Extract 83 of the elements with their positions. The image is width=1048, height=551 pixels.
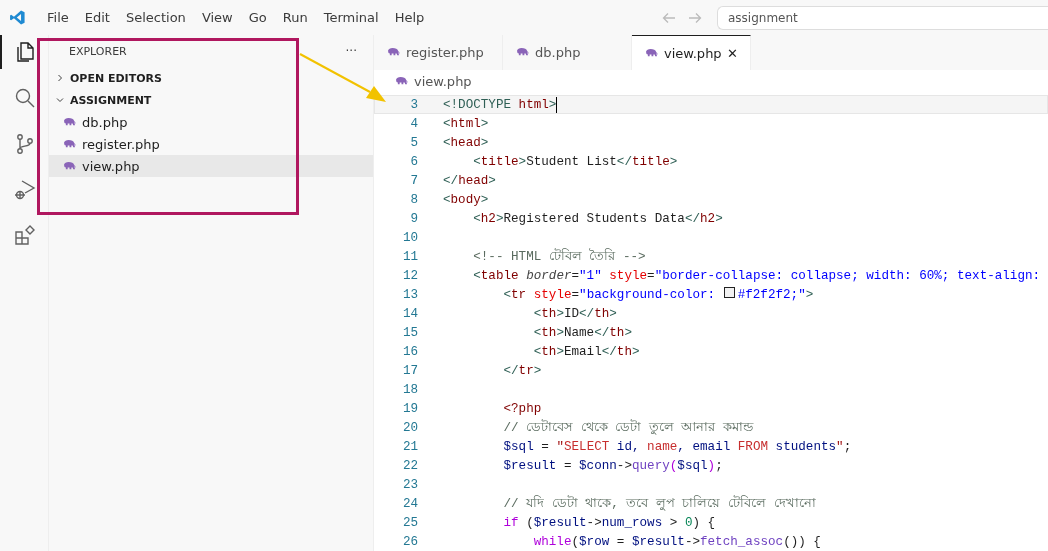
code-line: </tr> — [502, 363, 542, 378]
code-line: <body> — [443, 192, 489, 207]
line-number: 12 — [401, 268, 418, 283]
code-line: <th>ID</th> — [532, 306, 617, 321]
php-elephant-icon — [394, 75, 409, 87]
menu-item[interactable]: Selection — [117, 10, 194, 25]
code-line: // ডেটাবেস থেকে ডেটা তুলে আনার কমান্ড — [502, 418, 753, 437]
code-line: <h2>Registered Students Data</h2> — [472, 211, 723, 226]
line-number: 11 — [401, 249, 418, 264]
menu-item[interactable]: Terminal — [315, 10, 387, 25]
line-number: 21 — [401, 439, 418, 454]
code-line: </head> — [443, 173, 496, 188]
line-number: 16 — [401, 344, 418, 359]
code-line: <title>Student List</title> — [472, 154, 678, 169]
menu-item[interactable]: Go — [240, 10, 275, 25]
php-elephant-icon — [62, 138, 77, 150]
code-line: $sql = "SELECT id, name, email FROM students"; — [502, 439, 852, 454]
line-number: 8 — [409, 192, 418, 207]
line-number: 19 — [401, 401, 418, 416]
panel-title: EXPLORER — [69, 44, 127, 58]
text-cursor — [556, 96, 558, 113]
tree-section-header[interactable]: ASSIGNMENT — [49, 89, 156, 111]
editor-logo-icon — [9, 9, 26, 26]
line-number: 24 — [401, 496, 418, 511]
file-name: register.php — [82, 136, 160, 152]
code-line: <th>Name</th> — [532, 325, 632, 340]
php-elephant-icon — [62, 116, 77, 128]
line-number: 6 — [409, 154, 418, 169]
line-number: 26 — [401, 534, 418, 549]
menu-item[interactable]: Help — [386, 10, 433, 25]
menu-item[interactable]: Edit — [76, 10, 118, 25]
php-elephant-icon — [386, 47, 401, 58]
code-line: <!-- HTML টেবিল তৈরি --> — [472, 247, 646, 266]
editor-tab[interactable]: register.php — [374, 35, 503, 70]
close-icon[interactable]: ✕ — [727, 45, 738, 61]
menu-item[interactable]: File — [39, 10, 77, 25]
line-number: 10 — [401, 230, 418, 245]
menu-item[interactable]: View — [193, 10, 241, 25]
file-name: view.php — [82, 158, 140, 174]
breadcrumb[interactable]: view.php — [414, 73, 472, 89]
line-number: 14 — [401, 306, 418, 321]
code-line: <head> — [443, 135, 489, 150]
php-elephant-icon — [644, 47, 659, 59]
tree-item[interactable]: db.php — [49, 111, 373, 133]
line-number: 23 — [401, 477, 418, 492]
line-number: 17 — [401, 363, 418, 378]
code-line: // যদি ডেটা থাকে, তবে লুপ চালিয়ে টেবিলে দেখানো — [502, 494, 816, 513]
line-number: 20 — [401, 420, 418, 435]
section-label: ASSIGNMENT — [70, 93, 152, 107]
php-elephant-icon — [62, 160, 77, 172]
tree-section-header[interactable]: OPEN EDITORS — [49, 67, 166, 89]
code-line: while($row = $result->fetch_assoc()) { — [532, 534, 821, 549]
line-number: 18 — [401, 382, 418, 397]
color-swatch[interactable] — [723, 287, 735, 298]
code-line: $result = $conn->query($sql); — [502, 458, 723, 473]
line-number: 5 — [409, 135, 418, 150]
section-label: OPEN EDITORS — [70, 71, 162, 85]
php-elephant-icon — [515, 47, 530, 58]
file-name: db.php — [82, 114, 128, 130]
code-line: <th>Email</th> — [532, 344, 640, 359]
tab-label: view.php — [664, 45, 722, 61]
line-number: 25 — [401, 515, 418, 530]
line-number: 22 — [401, 458, 418, 473]
tab-label: register.php — [406, 45, 484, 60]
menu-item[interactable]: Run — [274, 10, 316, 25]
code-line: if ($result->num_rows > 0) { — [502, 515, 716, 530]
tab-label: db.php — [535, 45, 581, 60]
line-number: 4 — [409, 116, 418, 131]
line-number: 7 — [409, 173, 418, 188]
code-line: <?php — [502, 401, 542, 416]
code-line: <html> — [443, 116, 489, 131]
tree-item[interactable]: view.php — [49, 155, 373, 177]
more-actions-button[interactable]: ··· — [345, 44, 357, 58]
editor-tab[interactable]: view.php ✕ — [632, 35, 751, 70]
code-line: <table border="1" style="border-collapse: collapse; width: 60%; text-align: — [472, 268, 1041, 283]
code-line: <tr style="background-color: #f2f2f2;"> — [502, 287, 814, 302]
command-center-field[interactable]: assignment — [717, 5, 1048, 30]
code-line: <!DOCTYPE html> — [443, 97, 557, 112]
tree-item[interactable]: register.php — [49, 133, 373, 155]
line-number: 15 — [401, 325, 418, 340]
line-number: 13 — [401, 287, 418, 302]
line-number: 9 — [409, 211, 418, 226]
line-number: 3 — [409, 97, 418, 112]
